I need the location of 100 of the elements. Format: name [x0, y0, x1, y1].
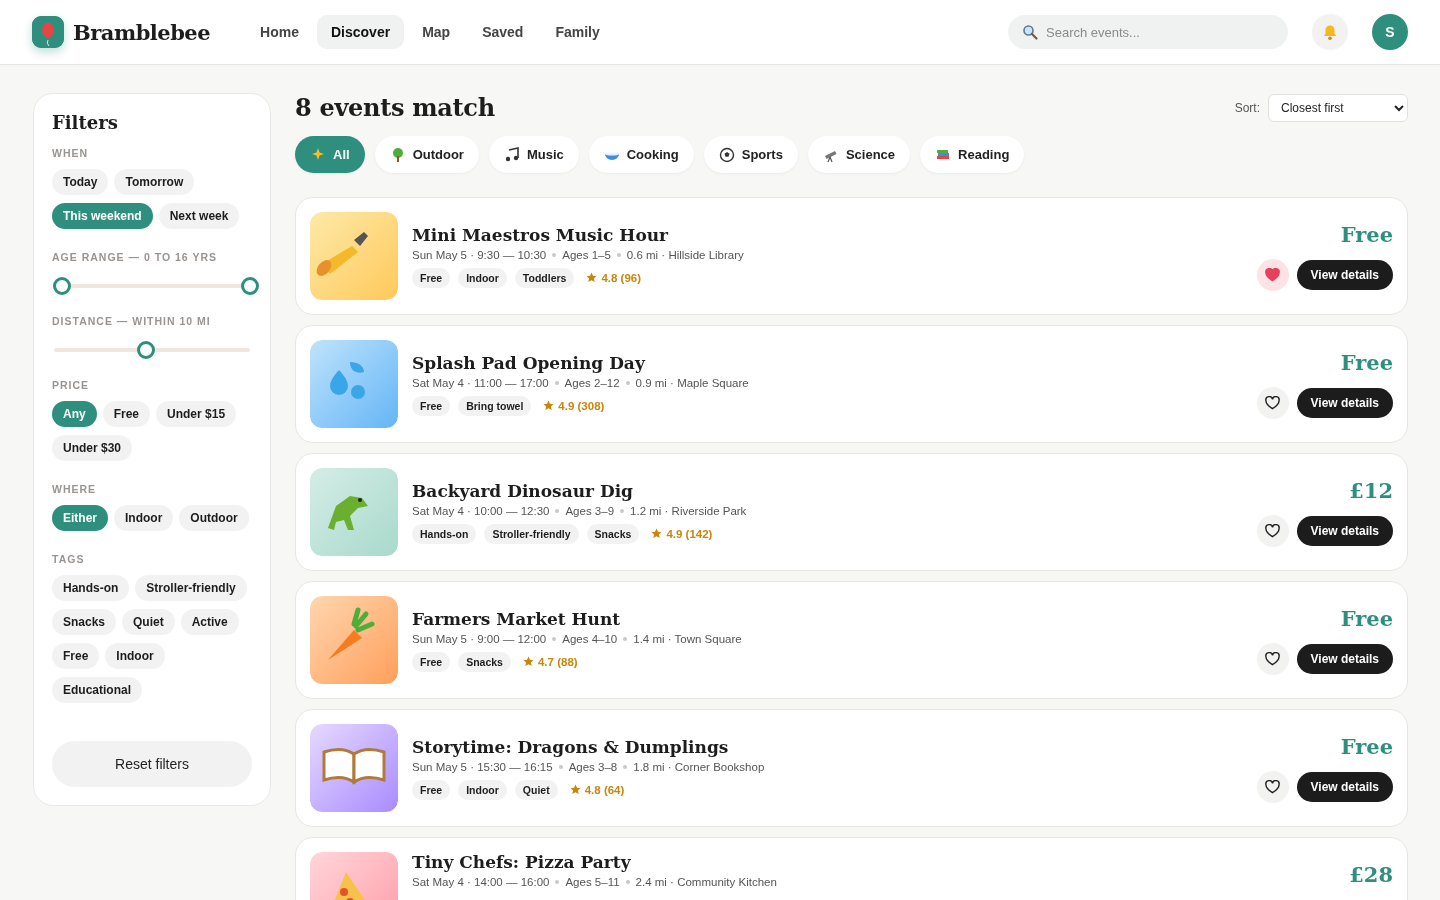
event-title[interactable]: Storytime: Dragons & Dumplings: [412, 736, 729, 757]
bell-icon: [1322, 23, 1338, 41]
user-avatar[interactable]: S: [1372, 14, 1408, 50]
slider-thumb[interactable]: [52, 277, 71, 295]
filter-label: AGE RANGE — 0 TO 16 YRS: [52, 251, 217, 263]
nav-link[interactable]: Discover: [317, 15, 405, 49]
category-tab[interactable]: Science: [807, 136, 911, 173]
filter-chip[interactable]: Any: [52, 401, 97, 427]
event-location: 0.6 mi · Hillside Library: [626, 248, 744, 261]
event-time: Sun May 5 · 15:30 — 16:15: [412, 760, 553, 773]
event-tag: Free: [412, 267, 451, 288]
filter-chip[interactable]: Hands-on: [52, 575, 130, 601]
event-title[interactable]: Splash Pad Opening Day: [412, 352, 645, 373]
star-icon: [586, 272, 598, 283]
event-tag: Free: [412, 779, 451, 800]
filter-chip[interactable]: Snacks: [52, 609, 117, 635]
filter-chip[interactable]: Next week: [158, 203, 240, 229]
event-location: 0.9 mi · Maple Square: [635, 376, 749, 389]
event-price: Free: [1340, 733, 1393, 759]
event-rating: 4.8 (96): [601, 271, 642, 284]
search-icon: [1022, 24, 1038, 40]
heart-icon: [1265, 651, 1280, 666]
filter-chip[interactable]: Either: [52, 505, 108, 531]
filter-chip[interactable]: Under $15: [156, 401, 237, 427]
event-ages: Ages 2–12: [564, 376, 620, 389]
event-rating: 4.9 (142): [666, 527, 713, 540]
event-title[interactable]: Tiny Chefs: Pizza Party: [412, 852, 631, 872]
view-details-button[interactable]: View details: [1296, 643, 1393, 674]
filter-chip[interactable]: Educational: [52, 677, 142, 703]
event-tag: Snacks: [458, 651, 511, 672]
results-heading: 8 events match: [295, 93, 495, 122]
sort-dropdown[interactable]: Closest first: [1268, 93, 1408, 122]
filter-label: TAGS: [52, 553, 85, 565]
save-button[interactable]: [1256, 642, 1289, 675]
event-price: Free: [1340, 349, 1393, 375]
category-tab[interactable]: Outdoor: [374, 136, 479, 173]
filter-chip[interactable]: Today: [52, 169, 109, 195]
nav-link[interactable]: Saved: [468, 15, 538, 49]
filter-chip[interactable]: Stroller-friendly: [135, 575, 247, 601]
category-tab[interactable]: Sports: [703, 136, 798, 173]
filter-chip[interactable]: This weekend: [52, 203, 153, 229]
event-time: Sat May 4 · 11:00 — 17:00: [412, 376, 549, 389]
category-tab[interactable]: Cooking: [588, 136, 694, 173]
save-button[interactable]: [1256, 770, 1289, 803]
balloon-logo-icon: [32, 16, 64, 48]
event-tag: Bring towel: [458, 395, 532, 416]
event-title[interactable]: Backyard Dinosaur Dig: [412, 480, 633, 501]
view-details-button[interactable]: View details: [1296, 771, 1393, 802]
event-title[interactable]: Mini Maestros Music Hour: [412, 224, 669, 245]
category-icon: [718, 146, 735, 163]
filter-chip[interactable]: Quiet: [122, 609, 175, 635]
view-details-button[interactable]: View details: [1296, 387, 1393, 418]
nav-link[interactable]: Family: [541, 15, 614, 49]
filter-chip[interactable]: Outdoor: [179, 505, 249, 531]
category-tab[interactable]: All: [295, 136, 365, 173]
filter-chip[interactable]: Free: [52, 643, 100, 669]
reset-button[interactable]: Reset filters: [52, 741, 252, 787]
event-title[interactable]: Farmers Market Hunt: [412, 608, 621, 629]
star-icon: [569, 784, 581, 795]
star-icon: [651, 528, 663, 539]
event-tag: Hands-on: [412, 523, 477, 544]
event-price: Free: [1340, 221, 1393, 247]
slider-thumb[interactable]: [137, 341, 156, 359]
search-field[interactable]: Search events...: [1008, 15, 1288, 49]
star-icon: [522, 656, 534, 667]
event-rating: 4.7 (88): [537, 655, 578, 668]
event-price: £28: [1349, 862, 1393, 887]
event-location: 2.4 mi · Community Kitchen: [635, 876, 777, 888]
filter-chip[interactable]: Indoor: [114, 505, 174, 531]
save-button[interactable]: [1256, 514, 1289, 547]
nav-link[interactable]: Map: [408, 15, 465, 49]
event-ages: Ages 5–11: [565, 876, 620, 888]
event-tag: Indoor: [458, 267, 507, 288]
star-icon: [543, 400, 555, 411]
filter-chip[interactable]: Active: [180, 609, 239, 635]
event-time: Sun May 5 · 9:00 — 12:00: [412, 632, 547, 645]
heart-icon: [1265, 267, 1280, 282]
category-icon: [503, 146, 520, 163]
save-button[interactable]: [1256, 386, 1289, 419]
event-location: 1.4 mi · Town Square: [633, 632, 742, 645]
filter-chip[interactable]: Tomorrow: [114, 169, 195, 195]
event-location: 1.8 mi · Corner Bookshop: [633, 760, 765, 773]
event-illustration-icon: [310, 212, 398, 300]
filter-chip[interactable]: Under $30: [52, 435, 133, 461]
slider-thumb[interactable]: [241, 277, 259, 295]
filter-label: PRICE: [52, 379, 90, 391]
category-tab[interactable]: Reading: [920, 136, 1025, 173]
event-ages: Ages 1–5: [562, 248, 611, 261]
filter-chip[interactable]: Free: [102, 401, 151, 427]
event-location: 1.2 mi · Riverside Park: [630, 504, 747, 517]
nav-link[interactable]: Home: [246, 15, 313, 49]
filter-chip[interactable]: Indoor: [105, 643, 165, 669]
event-time: Sat May 4 · 10:00 — 12:30: [412, 504, 550, 517]
filter-label: DISTANCE — WITHIN 10 MI: [52, 315, 211, 327]
view-details-button[interactable]: View details: [1296, 515, 1393, 546]
event-illustration-icon: [310, 596, 398, 684]
category-tab[interactable]: Music: [488, 136, 579, 173]
view-details-button[interactable]: View details: [1296, 259, 1393, 290]
event-time: Sat May 4 · 14:00 — 16:00: [412, 876, 550, 888]
panel-title: Filters: [52, 112, 119, 133]
